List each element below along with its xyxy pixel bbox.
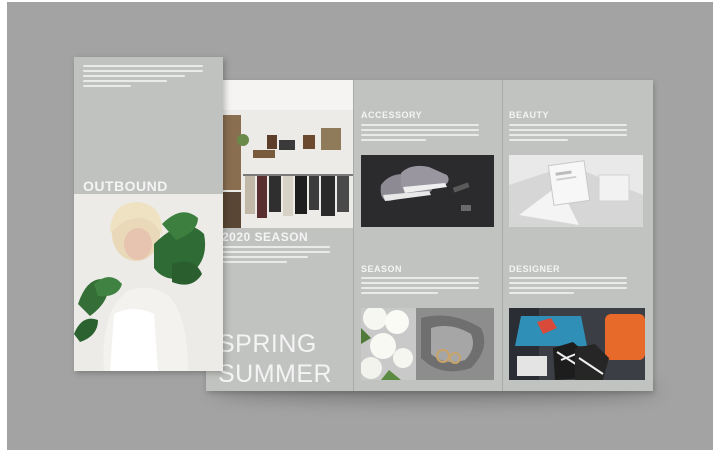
front-body-text	[83, 65, 203, 90]
season-body-text	[222, 246, 330, 266]
woman-with-plant-photo	[74, 194, 223, 371]
brochure-front-panel: OUTBOUND	[74, 57, 223, 371]
designer-heading: DESIGNER	[509, 264, 561, 274]
flowers-photo	[361, 308, 494, 380]
spring-title: SPRING	[218, 330, 317, 358]
fold-line	[502, 80, 503, 391]
accessory-body-text	[361, 124, 479, 144]
summer-title: SUMMER	[218, 360, 333, 388]
brochure-inner-spread: 2020 SEASON SPRING SUMMER ACCESSORY BEAU…	[206, 80, 653, 391]
season-section-body-text	[361, 277, 479, 297]
store-interior-photo	[223, 80, 353, 228]
sneakers-photo	[361, 155, 494, 227]
accessory-heading: ACCESSORY	[361, 110, 423, 120]
beauty-products-photo	[509, 155, 643, 227]
season-section-heading: SEASON	[361, 264, 403, 274]
beauty-heading: BEAUTY	[509, 110, 550, 120]
season-heading: 2020 SEASON	[222, 230, 309, 244]
designer-body-text	[509, 277, 627, 297]
outbound-title: OUTBOUND	[83, 178, 168, 194]
fold-line	[353, 80, 354, 391]
designer-clothes-photo	[509, 308, 645, 380]
beauty-body-text	[509, 124, 627, 144]
